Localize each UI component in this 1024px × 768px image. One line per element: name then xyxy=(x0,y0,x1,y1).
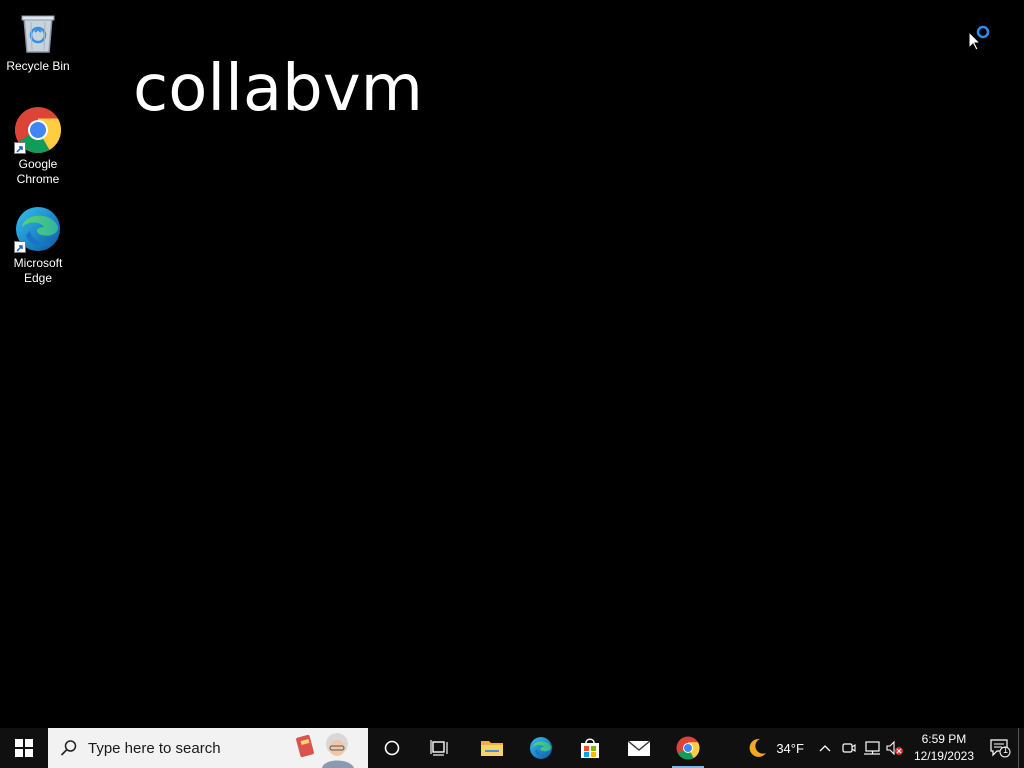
notification-count: 1 xyxy=(1003,745,1009,755)
collabvm-watermark: collabvm xyxy=(133,52,423,126)
shortcut-arrow-icon xyxy=(14,241,26,253)
start-button[interactable] xyxy=(0,728,48,768)
edge-icon xyxy=(530,737,552,759)
system-tray: 34°F 6:59 PM 12/19/2023 1 xyxy=(738,728,1024,768)
taskbar-mail[interactable] xyxy=(615,728,663,768)
moon-icon xyxy=(749,738,767,757)
cortana-button[interactable] xyxy=(368,728,416,768)
taskbar-google-chrome[interactable] xyxy=(664,728,712,768)
chrome-icon xyxy=(676,736,700,760)
search-icon xyxy=(60,740,77,756)
store-icon xyxy=(581,738,599,758)
show-hidden-icons-button[interactable] xyxy=(812,728,838,768)
taskbar-microsoft-store[interactable] xyxy=(566,728,614,768)
cortana-circle-icon xyxy=(384,740,400,756)
volume-button[interactable] xyxy=(884,728,906,768)
desktop-icon-microsoft-edge[interactable]: Microsoft Edge xyxy=(0,205,76,286)
search-highlight-illustration xyxy=(292,728,366,768)
chrome-icon xyxy=(14,106,62,154)
taskbar-microsoft-edge[interactable] xyxy=(517,728,565,768)
desktop-icon-recycle-bin[interactable]: Recycle Bin xyxy=(0,8,76,74)
desktop-icon-label: Microsoft Edge xyxy=(13,256,63,285)
chevron-up-icon xyxy=(819,745,831,752)
taskbar-file-explorer[interactable] xyxy=(468,728,516,768)
folder-icon xyxy=(481,741,503,756)
weather-temperature: 34°F xyxy=(776,740,804,756)
recycle-bin-icon xyxy=(14,8,62,56)
search-input[interactable]: Type here to search xyxy=(48,728,368,768)
taskbar: Type here to search 34°F 6:59 PM 12/19/2… xyxy=(0,728,1024,768)
busy-cursor-icon xyxy=(968,22,992,51)
task-view-icon xyxy=(430,740,448,756)
clock-date: 12/19/2023 xyxy=(913,749,974,763)
weather-widget[interactable]: 34°F xyxy=(738,728,812,768)
show-desktop-button[interactable] xyxy=(1018,728,1024,768)
clock-time: 6:59 PM xyxy=(921,732,967,746)
desktop: Recycle Bin Google Chrome Microsoft Edge… xyxy=(0,0,1024,728)
network-icon xyxy=(863,741,880,755)
desktop-icon-label: Google Chrome xyxy=(16,157,60,186)
shortcut-arrow-icon xyxy=(14,142,26,154)
network-button[interactable] xyxy=(860,728,884,768)
meet-now-button[interactable] xyxy=(838,728,860,768)
clock[interactable]: 6:59 PM 12/19/2023 xyxy=(906,728,982,768)
desktop-icon-google-chrome[interactable]: Google Chrome xyxy=(0,106,76,187)
search-placeholder: Type here to search xyxy=(88,739,221,757)
desktop-icon-label: Recycle Bin xyxy=(6,59,70,73)
edge-icon xyxy=(14,205,62,253)
task-view-button[interactable] xyxy=(416,728,464,768)
action-center-button[interactable]: 1 xyxy=(982,728,1018,768)
mail-icon xyxy=(627,740,651,756)
meet-now-icon xyxy=(842,743,856,753)
windows-logo-icon xyxy=(15,739,33,757)
volume-muted-icon xyxy=(886,741,903,755)
